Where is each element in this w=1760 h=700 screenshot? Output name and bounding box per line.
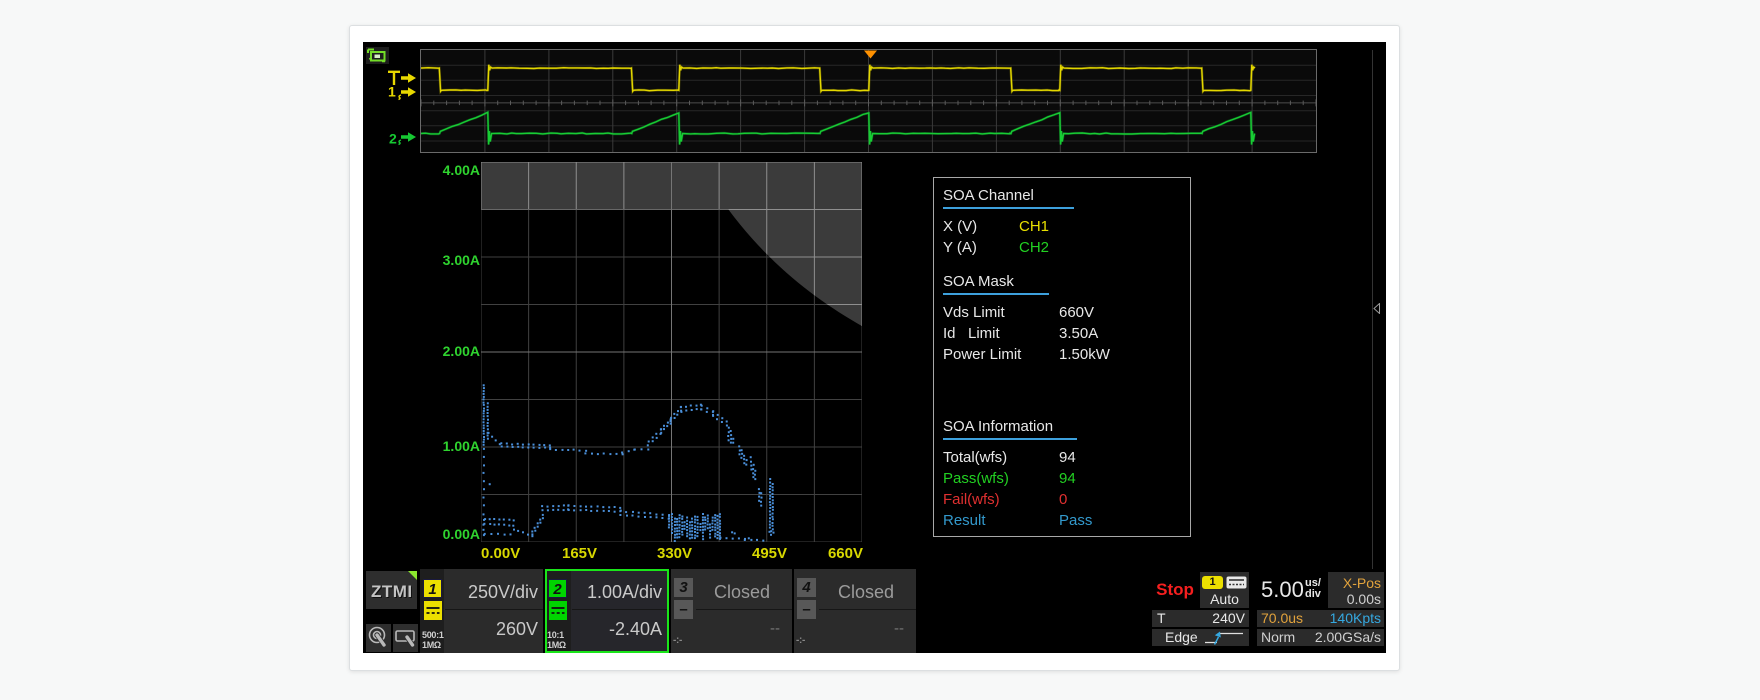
svg-text:1: 1 [388,84,396,100]
svg-text:2: 2 [389,131,397,147]
